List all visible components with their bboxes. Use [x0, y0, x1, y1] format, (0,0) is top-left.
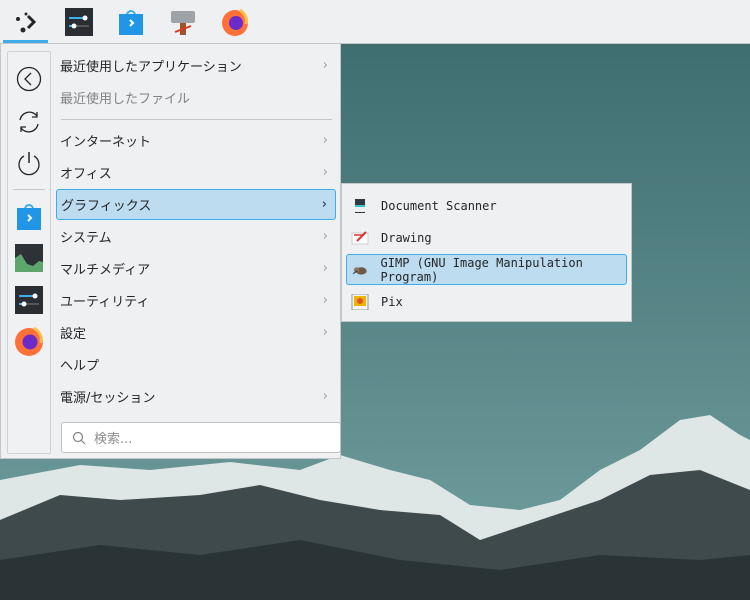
graphics-submenu: Document Scanner Drawing GIMP (GNU Image…	[341, 183, 632, 322]
hammer-tool-icon	[171, 11, 195, 35]
taskbar-system-settings[interactable]	[61, 4, 97, 40]
chevron-right-icon: ›	[322, 389, 328, 404]
menu-item-recent-applications[interactable]: 最近使用したアプリケーション ›	[56, 50, 336, 81]
refresh-button[interactable]	[13, 106, 45, 138]
power-icon	[18, 152, 40, 176]
menu-separator	[61, 119, 332, 120]
launcher-icon	[16, 12, 37, 33]
submenu-item-gimp[interactable]: GIMP (GNU Image Manipulation Program)	[346, 254, 627, 285]
firefox-icon	[222, 8, 248, 36]
submenu-item-pix[interactable]: Pix	[346, 286, 627, 317]
chevron-right-icon: ›	[322, 229, 328, 244]
discover-icon	[119, 10, 143, 35]
back-icon	[16, 66, 42, 92]
application-launcher-button[interactable]	[8, 4, 44, 40]
power-button[interactable]	[13, 147, 45, 179]
search-input[interactable]: 検索...	[61, 422, 341, 453]
menu-item-help[interactable]: ヘルプ	[56, 349, 336, 380]
back-button[interactable]	[13, 63, 45, 95]
taskbar-kde-connect-tool[interactable]	[165, 4, 201, 40]
chevron-right-icon: ›	[322, 165, 328, 180]
menu-item-label: 電源/セッション	[60, 391, 156, 406]
submenu-item-label: GIMP (GNU Image Manipulation Program)	[380, 255, 583, 284]
submenu-item-label: Pix	[381, 294, 403, 309]
drawing-icon	[351, 230, 369, 244]
menu-item-label: マルチメディア	[60, 263, 151, 278]
favorite-system-monitor[interactable]	[13, 242, 45, 274]
discover-icon	[17, 204, 41, 230]
menu-item-internet[interactable]: インターネット ›	[56, 125, 336, 156]
menu-item-label: ヘルプ	[60, 359, 100, 374]
menu-item-label: オフィス	[60, 167, 112, 182]
system-settings-icon	[65, 8, 93, 36]
search-icon	[72, 431, 86, 444]
menu-item-recent-files: 最近使用したファイル	[56, 82, 336, 113]
chevron-right-icon: ›	[322, 133, 328, 148]
pix-icon	[351, 293, 369, 310]
menu-item-settings[interactable]: 設定 ›	[56, 317, 336, 348]
menu-sidebar	[7, 51, 51, 454]
menu-item-power-session[interactable]: 電源/セッション ›	[56, 381, 336, 412]
submenu-item-label: Document Scanner	[381, 198, 497, 213]
system-monitor-icon	[15, 244, 43, 272]
favorite-discover[interactable]	[13, 201, 45, 233]
chevron-right-icon: ›	[321, 197, 327, 212]
refresh-icon	[19, 111, 39, 133]
submenu-item-document-scanner[interactable]: Document Scanner	[346, 190, 627, 221]
menu-item-label: ユーティリティ	[60, 295, 150, 310]
menu-item-graphics[interactable]: グラフィックス ›	[56, 189, 336, 220]
taskbar-firefox[interactable]	[217, 4, 253, 40]
taskbar	[0, 0, 750, 44]
sidebar-separator	[13, 189, 45, 190]
gimp-icon	[352, 266, 367, 275]
chevron-right-icon: ›	[322, 325, 328, 340]
active-task-indicator	[3, 40, 48, 43]
menu-item-label: インターネット	[60, 135, 152, 150]
taskbar-discover[interactable]	[113, 4, 149, 40]
submenu-item-label: Drawing	[381, 230, 432, 245]
chevron-right-icon: ›	[322, 261, 328, 276]
menu-item-system[interactable]: システム ›	[56, 221, 336, 252]
menu-item-label: グラフィックス	[61, 199, 152, 214]
menu-item-label: 最近使用したファイル	[60, 92, 191, 107]
chevron-right-icon: ›	[322, 58, 328, 73]
menu-item-multimedia[interactable]: マルチメディア ›	[56, 253, 336, 284]
submenu-item-drawing[interactable]: Drawing	[346, 222, 627, 253]
search-placeholder: 検索...	[94, 432, 133, 447]
favorite-system-settings[interactable]	[13, 284, 45, 316]
firefox-icon	[15, 326, 43, 356]
menu-item-label: 設定	[60, 327, 87, 342]
system-settings-icon	[15, 286, 43, 314]
menu-item-label: システム	[60, 231, 112, 246]
menu-item-utilities[interactable]: ユーティリティ ›	[56, 285, 336, 316]
menu-item-office[interactable]: オフィス ›	[56, 157, 336, 188]
menu-item-label: 最近使用したアプリケーション	[60, 60, 242, 75]
chevron-right-icon: ›	[322, 293, 328, 308]
document-scanner-icon	[355, 198, 365, 213]
favorite-firefox[interactable]	[13, 325, 45, 357]
application-menu: 最近使用したアプリケーション › 最近使用したファイル インターネット › オフィス…	[0, 44, 341, 459]
